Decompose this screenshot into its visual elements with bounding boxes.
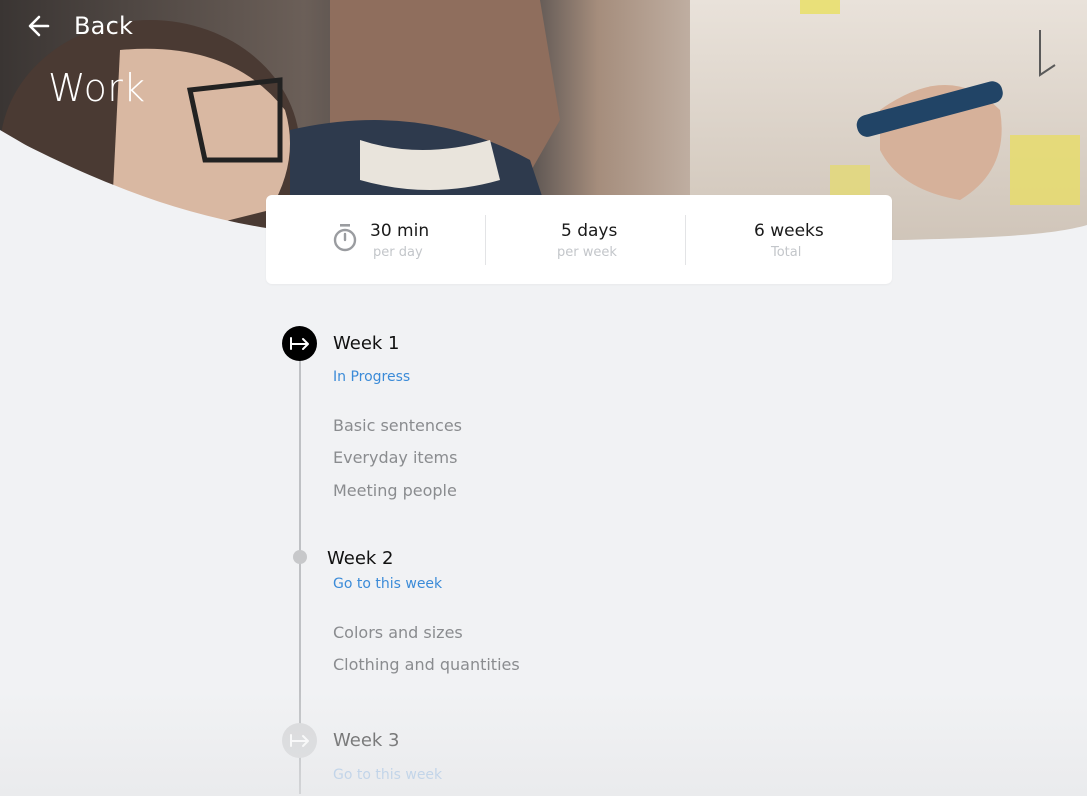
stat-total: 6 weeks Total — [746, 195, 836, 284]
lesson-item[interactable]: Clothing and quantities — [333, 655, 520, 674]
stat-divider — [485, 215, 486, 265]
week-3-go-link[interactable]: Go to this week — [333, 767, 442, 783]
week-1-status: In Progress — [333, 369, 411, 385]
lesson-item[interactable]: Colors and sizes — [333, 623, 463, 642]
stat-per-week: 5 days per week — [546, 195, 626, 284]
arrow-into-icon — [289, 336, 309, 350]
week-3-title: Week 3 — [333, 730, 400, 751]
lesson-item[interactable]: Meeting people — [333, 481, 457, 500]
stat-divider — [685, 215, 686, 265]
arrow-into-icon — [289, 733, 309, 747]
stopwatch-icon — [333, 224, 357, 252]
arrow-left-icon — [28, 15, 50, 37]
stat-label: Total — [771, 245, 802, 260]
week-2-title: Week 2 — [327, 548, 394, 569]
stat-value: 30 min — [370, 221, 430, 241]
page-title: Work — [48, 66, 146, 110]
week-2-node — [293, 550, 307, 564]
stat-value: 6 weeks — [754, 221, 824, 241]
course-stats-card: 30 min per day 5 days per week 6 weeks T… — [266, 195, 892, 284]
bottom-fade — [0, 690, 1087, 796]
stat-per-day: 30 min per day — [370, 195, 460, 284]
lesson-item[interactable]: Basic sentences — [333, 416, 462, 435]
stat-value: 5 days — [561, 221, 618, 241]
back-label: Back — [74, 12, 134, 40]
week-1-node — [282, 326, 317, 361]
week-2-go-link[interactable]: Go to this week — [333, 576, 442, 592]
week-3-node — [282, 723, 317, 758]
back-button[interactable]: Back — [26, 12, 133, 40]
stat-label: per day — [373, 245, 423, 260]
stat-label: per week — [557, 245, 617, 260]
lesson-item[interactable]: Everyday items — [333, 448, 457, 467]
week-1-title: Week 1 — [333, 333, 400, 354]
